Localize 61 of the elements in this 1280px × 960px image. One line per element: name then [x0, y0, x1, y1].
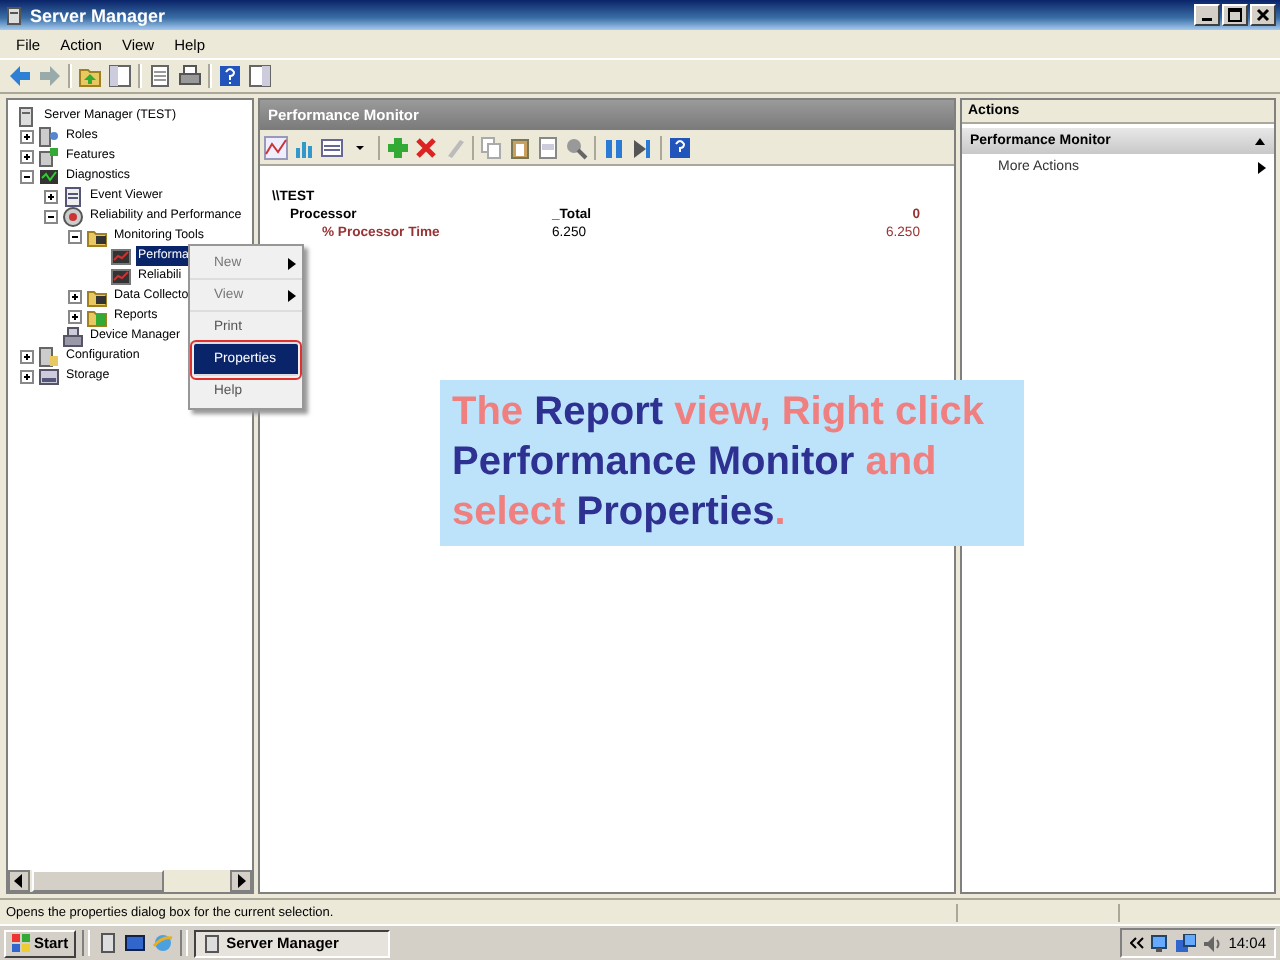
scroll-thumb[interactable]	[32, 870, 164, 892]
app-icon	[4, 5, 24, 25]
chevron-icon[interactable]	[1130, 936, 1145, 950]
expand-icon[interactable]	[68, 309, 82, 323]
desktop-icon[interactable]	[124, 932, 147, 954]
scroll-right-icon[interactable]	[230, 870, 252, 892]
server-icon	[38, 125, 60, 147]
collapse-icon[interactable]	[44, 209, 58, 223]
server-icon	[202, 933, 223, 953]
export-list-icon[interactable]	[148, 64, 172, 88]
server-icon	[38, 145, 60, 167]
gauge-icon	[62, 205, 84, 227]
horizontal-scrollbar[interactable]	[8, 870, 252, 892]
expand-icon[interactable]	[44, 189, 58, 203]
expand-icon[interactable]	[68, 289, 82, 303]
console-tree-icon[interactable]	[108, 64, 132, 88]
expand-icon[interactable]	[20, 349, 34, 363]
connection-icon[interactable]	[1176, 933, 1197, 953]
windows-logo-icon	[12, 934, 30, 952]
server-icon	[38, 345, 60, 367]
network-icon[interactable]	[1150, 933, 1171, 953]
properties-icon[interactable]	[536, 135, 560, 159]
monitor-icon	[110, 245, 132, 267]
submenu-arrow-icon	[288, 257, 296, 269]
window-title: Server Manager	[30, 5, 166, 25]
close-icon[interactable]	[1250, 4, 1276, 26]
back-arrow-icon[interactable]	[8, 64, 32, 88]
submenu-arrow-icon	[1258, 161, 1266, 173]
help-icon[interactable]	[218, 64, 242, 88]
graph-icon[interactable]	[264, 135, 288, 159]
expand-icon[interactable]	[20, 369, 34, 383]
monitor-icon	[38, 165, 60, 187]
instruction-text: The Report view, Right click Performance Monitor and select Properties.	[452, 388, 986, 538]
paste-icon[interactable]	[508, 135, 532, 159]
server-icon	[16, 105, 38, 127]
folder-icon	[86, 225, 108, 247]
speaker-icon[interactable]	[1202, 933, 1223, 953]
monitor-icon	[110, 265, 132, 287]
pause-icon[interactable]	[602, 135, 626, 159]
collapse-icon[interactable]	[68, 229, 82, 243]
folder-icon	[86, 305, 108, 327]
collapse-icon[interactable]	[20, 169, 34, 183]
folder-up-icon[interactable]	[78, 64, 102, 88]
print-icon[interactable]	[178, 64, 202, 88]
collapse-arrow-icon[interactable]	[1254, 136, 1266, 146]
document-icon	[62, 185, 84, 207]
help-icon[interactable]	[668, 135, 692, 159]
delete-icon[interactable]	[414, 135, 438, 159]
scroll-left-icon[interactable]	[8, 870, 30, 892]
submenu-arrow-icon	[288, 289, 296, 301]
magnify-icon[interactable]	[564, 135, 588, 159]
show-pane-icon[interactable]	[248, 64, 272, 88]
server-icon[interactable]	[96, 932, 119, 954]
report-icon[interactable]	[320, 135, 344, 159]
expand-icon[interactable]	[20, 149, 34, 163]
step-icon[interactable]	[630, 135, 654, 159]
minimize-icon[interactable]	[1194, 4, 1220, 26]
maximize-icon[interactable]	[1222, 4, 1248, 26]
expand-icon[interactable]	[20, 129, 34, 143]
computer-icon	[62, 325, 84, 347]
folder-icon	[86, 285, 108, 307]
